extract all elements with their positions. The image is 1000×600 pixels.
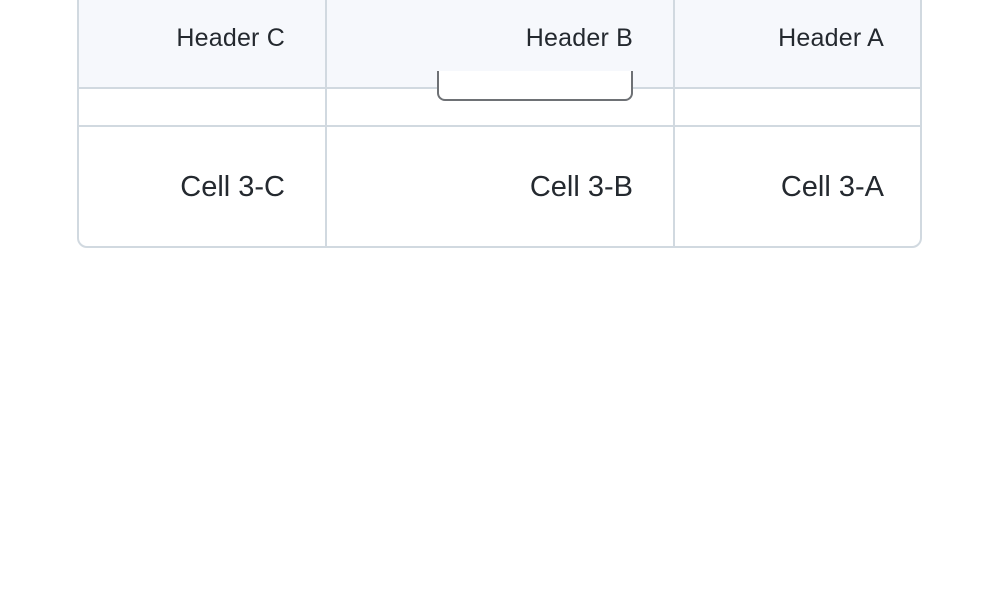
row-action-button[interactable]: [437, 71, 633, 101]
data-table-container: Header C Header B Header A Cell 3-C Cell…: [77, 0, 922, 248]
cell-partial-b: [326, 71, 675, 127]
cell-3-a: Cell 3-A: [780, 171, 884, 203]
table-row-partial: [79, 71, 920, 127]
table-row: Cell 3-C Cell 3-B Cell 3-A: [79, 126, 920, 246]
cell-3-b: Cell 3-B: [326, 126, 675, 246]
cell-partial-a: [674, 88, 920, 127]
data-table: Header C Header B Header A Cell 3-C Cell…: [79, 0, 920, 246]
table-body: Cell 3-C Cell 3-B Cell 3-A: [79, 71, 920, 246]
cell-partial-c: [79, 88, 327, 127]
header-c[interactable]: Header C: [79, 0, 327, 89]
header-a[interactable]: Header A: [674, 0, 920, 89]
cell-3-c: Cell 3-C: [79, 126, 327, 246]
